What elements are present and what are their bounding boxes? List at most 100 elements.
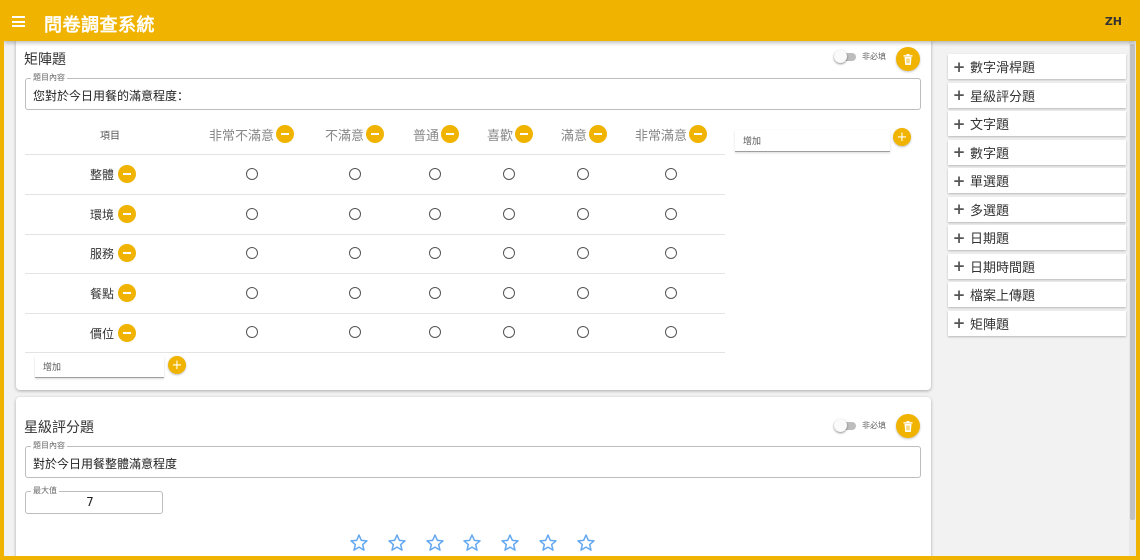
matrix-radio[interactable] <box>665 326 677 338</box>
matrix-radio[interactable] <box>503 247 515 259</box>
star-icon[interactable] <box>576 533 596 553</box>
matrix-radio[interactable] <box>429 247 441 259</box>
row-divider <box>25 313 725 314</box>
star-question-card: 星級評分題 非必填 題目內容 對於今日用餐整體滿意程度 最大值 7 <box>16 397 931 556</box>
remove-column-button[interactable] <box>441 125 460 143</box>
matrix-radio[interactable] <box>665 208 677 220</box>
matrix-radio[interactable] <box>246 247 258 259</box>
matrix-radio[interactable] <box>246 287 258 299</box>
add-column-input[interactable]: 增加 <box>735 130 890 152</box>
row-divider <box>25 352 725 353</box>
remove-row-button[interactable] <box>118 284 136 302</box>
matrix-radio[interactable] <box>349 287 361 299</box>
row-label-text: 整體 <box>89 167 114 182</box>
language-switch[interactable]: ZH <box>1105 15 1122 28</box>
remove-column-button[interactable] <box>589 125 608 143</box>
palette-item-star[interactable]: + 星級評分題 <box>948 82 1126 108</box>
plus-icon: + <box>896 129 908 145</box>
matrix-radio[interactable] <box>665 168 677 180</box>
required-toggle[interactable]: 非必填 <box>834 49 886 63</box>
matrix-radio[interactable] <box>429 208 441 220</box>
palette-item-file-upload[interactable]: + 檔案上傳題 <box>948 282 1126 307</box>
matrix-radio[interactable] <box>349 326 361 338</box>
matrix-column-header: 喜歡 <box>487 124 534 144</box>
star-icon[interactable] <box>425 533 445 553</box>
plus-icon: + <box>952 285 966 304</box>
matrix-question-card: 矩陣題 非必填 題目內容 您對於今日用餐的滿意程度： 項目 非常不滿意 不滿意 <box>16 38 931 390</box>
palette-item-text[interactable]: + 文字題 <box>948 111 1126 136</box>
matrix-radio[interactable] <box>429 168 441 180</box>
remove-column-button[interactable] <box>276 125 295 143</box>
palette-item-label: 單選題 <box>970 175 1010 190</box>
minus-icon <box>694 133 703 135</box>
palette-item-single-choice[interactable]: + 單選題 <box>948 168 1126 193</box>
star-icon[interactable] <box>538 533 558 553</box>
matrix-radio[interactable] <box>577 247 589 259</box>
column-label: 不滿意 <box>325 128 365 144</box>
matrix-radio[interactable] <box>429 287 441 299</box>
matrix-radio[interactable] <box>246 326 258 338</box>
scrollbar-thumb[interactable] <box>1130 44 1135 520</box>
remove-row-button[interactable] <box>118 205 136 223</box>
matrix-radio[interactable] <box>429 326 441 338</box>
matrix-radio[interactable] <box>349 247 361 259</box>
remove-column-button[interactable] <box>366 125 385 143</box>
matrix-radio[interactable] <box>349 168 361 180</box>
minus-icon <box>123 252 131 254</box>
matrix-radio[interactable] <box>503 168 515 180</box>
palette-item-date[interactable]: + 日期題 <box>948 225 1126 250</box>
matrix-row-label: 價位 <box>16 323 136 343</box>
matrix-radio[interactable] <box>665 247 677 259</box>
palette-item-slider[interactable]: + 數字滑桿題 <box>948 54 1126 79</box>
delete-question-button[interactable] <box>896 414 920 438</box>
star-icon[interactable] <box>349 533 369 553</box>
remove-column-button[interactable] <box>515 125 534 143</box>
palette-item-datetime[interactable]: + 日期時間題 <box>948 253 1126 279</box>
menu-icon[interactable] <box>12 16 25 27</box>
matrix-radio[interactable] <box>577 326 589 338</box>
minus-icon <box>371 133 380 135</box>
remove-column-button[interactable] <box>689 125 708 143</box>
matrix-radio[interactable] <box>349 208 361 220</box>
matrix-radio[interactable] <box>577 287 589 299</box>
question-content-value: 您對於今日用餐的滿意程度： <box>33 89 190 103</box>
palette-item-matrix[interactable]: + 矩陣題 <box>948 310 1126 336</box>
question-content-field[interactable]: 題目內容 您對於今日用餐的滿意程度： <box>25 73 921 110</box>
matrix-radio[interactable] <box>577 168 589 180</box>
palette-item-multi-choice[interactable]: + 多選題 <box>948 196 1126 222</box>
row-label-text: 價位 <box>89 326 114 341</box>
star-icon[interactable] <box>462 533 482 553</box>
required-label: 非必填 <box>862 421 886 430</box>
delete-question-button[interactable] <box>896 47 920 71</box>
matrix-radio[interactable] <box>246 168 258 180</box>
add-row-input[interactable]: 增加 <box>35 356 164 378</box>
matrix-radio[interactable] <box>665 287 677 299</box>
palette-item-label: 星級評分題 <box>970 89 1036 105</box>
matrix-radio[interactable] <box>577 208 589 220</box>
star-icon[interactable] <box>500 533 520 553</box>
matrix-row-label: 環境 <box>16 204 136 224</box>
question-type-title: 矩陣題 <box>24 52 66 68</box>
required-toggle[interactable]: 非必填 <box>834 418 886 432</box>
matrix-radio[interactable] <box>246 208 258 220</box>
remove-row-button[interactable] <box>118 244 136 262</box>
palette-item-label: 日期時間題 <box>970 260 1036 276</box>
star-icon[interactable] <box>387 533 407 553</box>
max-value-field[interactable]: 最大值 7 <box>25 486 163 514</box>
question-content-field[interactable]: 題目內容 對於今日用餐整體滿意程度 <box>25 441 921 478</box>
add-column-button[interactable]: + <box>893 128 911 146</box>
matrix-radio[interactable] <box>503 326 515 338</box>
matrix-radio[interactable] <box>503 287 515 299</box>
remove-row-button[interactable] <box>118 165 136 183</box>
max-value: 7 <box>86 495 94 509</box>
plus-icon: + <box>952 86 966 104</box>
plus-icon: + <box>952 57 966 76</box>
palette-item-label: 數字題 <box>970 146 1010 162</box>
question-content-value: 對於今日用餐整體滿意程度 <box>33 457 178 471</box>
matrix-radio[interactable] <box>503 208 515 220</box>
palette-item-number[interactable]: + 數字題 <box>948 139 1126 165</box>
remove-row-button[interactable] <box>118 324 136 342</box>
add-row-button[interactable]: + <box>168 356 186 374</box>
matrix-row-label: 餐點 <box>16 283 136 303</box>
palette-item-label: 日期題 <box>970 232 1010 247</box>
